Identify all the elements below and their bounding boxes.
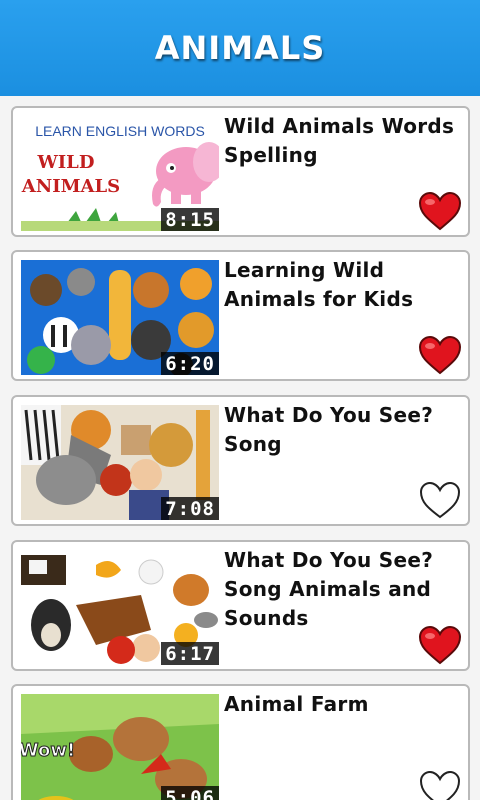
heart-outline-icon [419, 481, 461, 519]
video-title[interactable]: Animal Farm [224, 690, 464, 719]
video-duration: 6:17 [161, 642, 219, 665]
favorite-button[interactable] [418, 480, 462, 520]
video-card[interactable]: 7:08 What Do You See? Song [11, 395, 470, 526]
favorite-button[interactable] [418, 625, 462, 665]
video-duration: 6:20 [161, 352, 219, 375]
video-thumbnail[interactable]: LEARN ENGLISH WORDS WILD ANIMALS 8:15 [21, 116, 219, 231]
page-title: ANIMALS [154, 29, 326, 67]
video-list[interactable]: LEARN ENGLISH WORDS WILD ANIMALS 8:15 Wi… [0, 96, 480, 800]
video-thumbnail[interactable]: 6:17 [21, 550, 219, 665]
video-thumbnail[interactable]: 6:20 [21, 260, 219, 375]
video-card[interactable]: 6:17 What Do You See? Song Animals and S… [11, 540, 470, 671]
video-title[interactable]: Learning Wild Animals for Kids [224, 256, 464, 314]
heart-icon [418, 335, 462, 375]
thumb-text-animals: ANIMALS [21, 176, 120, 197]
heart-icon [418, 191, 462, 231]
favorite-button[interactable] [418, 769, 462, 800]
favorite-button[interactable] [418, 335, 462, 375]
favorite-button[interactable] [418, 191, 462, 231]
video-thumbnail[interactable]: 7:08 [21, 405, 219, 520]
video-duration: 7:08 [161, 497, 219, 520]
video-duration: 5:06 [161, 786, 219, 800]
app-header: ANIMALS [0, 0, 480, 96]
video-title[interactable]: Wild Animals Words Spelling [224, 112, 464, 170]
heart-outline-icon [419, 770, 461, 800]
thumb-text-learn: LEARN ENGLISH WORDS [35, 123, 205, 139]
video-card[interactable]: 6:20 Learning Wild Animals for Kids [11, 250, 470, 381]
heart-icon [418, 625, 462, 665]
video-duration: 8:15 [161, 208, 219, 231]
video-card[interactable]: Wow! 5:06 Animal Farm [11, 684, 470, 800]
video-title[interactable]: What Do You See? Song Animals and Sounds [224, 546, 464, 633]
thumb-text-wow: Wow! [21, 740, 75, 761]
video-card[interactable]: LEARN ENGLISH WORDS WILD ANIMALS 8:15 Wi… [11, 106, 470, 237]
thumb-text-wild: WILD [37, 152, 95, 173]
video-thumbnail[interactable]: Wow! 5:06 [21, 694, 219, 800]
video-title[interactable]: What Do You See? Song [224, 401, 464, 459]
